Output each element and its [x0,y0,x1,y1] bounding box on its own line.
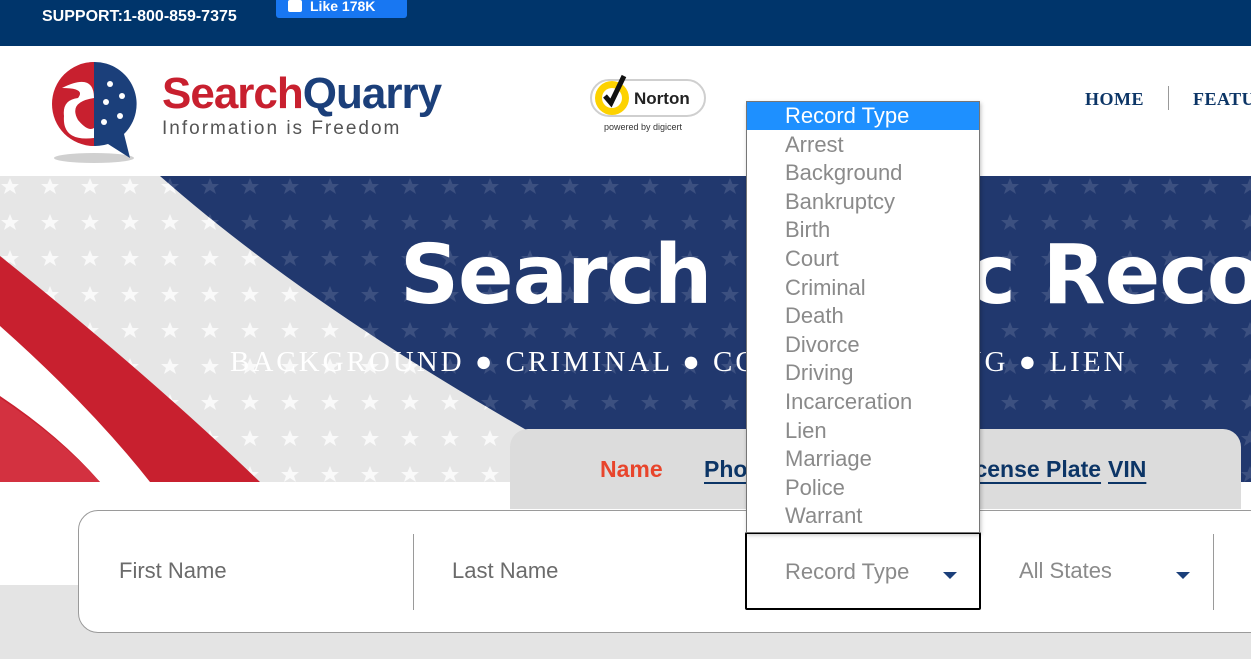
field-divider [413,534,414,610]
nav-home[interactable]: HOME [1085,89,1144,110]
tab-vin[interactable]: VIN [1108,456,1146,483]
nav-divider [1168,86,1169,110]
record-type-select[interactable]: Record Type [745,532,981,610]
chevron-down-icon [943,572,957,579]
thumbs-up-icon [288,0,302,12]
dropdown-option-record-type[interactable]: Record Type [747,102,979,130]
first-name-input[interactable]: First Name [119,558,227,584]
top-bar: SUPPORT:1-800-859-7375 Like 178K [0,0,1251,46]
record-type-dropdown-list: Record Type Arrest Background Bankruptcy… [746,101,980,533]
dropdown-option-driving[interactable]: Driving [747,359,979,387]
dropdown-option-birth[interactable]: Birth [747,216,979,244]
facebook-like-button[interactable]: Like 178K [276,0,407,18]
dropdown-option-divorce[interactable]: Divorce [747,331,979,359]
dropdown-option-incarceration[interactable]: Incarceration [747,388,979,416]
chevron-down-icon[interactable] [1176,572,1190,579]
dropdown-option-court[interactable]: Court [747,245,979,273]
brand-name-part1: Search [162,69,304,118]
dropdown-option-death[interactable]: Death [747,302,979,330]
search-quarry-logo-icon[interactable] [48,58,143,166]
last-name-input[interactable]: Last Name [452,558,558,584]
dropdown-option-warrant[interactable]: Warrant [747,502,979,530]
record-type-value: Record Type [785,559,910,584]
site-header: SearchQuarry Information is Freedom Nort… [0,46,1251,176]
dropdown-option-lien[interactable]: Lien [747,417,979,445]
dropdown-option-bankruptcy[interactable]: Bankruptcy [747,188,979,216]
tab-name[interactable]: Name [600,456,663,483]
dropdown-option-police[interactable]: Police [747,474,979,502]
hero-subtitle: BACKGROUND ● CRIMINAL ● COURT ● DRIVING … [230,346,1128,378]
dropdown-option-arrest[interactable]: Arrest [747,131,979,159]
brand-tagline: Information is Freedom [162,118,402,139]
support-phone[interactable]: SUPPORT:1-800-859-7375 [42,8,237,26]
dropdown-option-background[interactable]: Background [747,159,979,187]
nav-features[interactable]: FEATU [1193,89,1251,110]
facebook-like-label: Like 178K [310,0,376,14]
field-divider [1213,534,1214,610]
norton-label: Norton [634,89,690,108]
states-select[interactable]: All States [1019,558,1112,584]
norton-powered-by: powered by digicert [604,122,683,132]
brand-name[interactable]: SearchQuarry [162,69,442,118]
norton-seal-icon: Norton [590,74,706,117]
dropdown-option-marriage[interactable]: Marriage [747,445,979,473]
dropdown-option-criminal[interactable]: Criminal [747,274,979,302]
brand-name-part2: Quarry [302,69,442,118]
